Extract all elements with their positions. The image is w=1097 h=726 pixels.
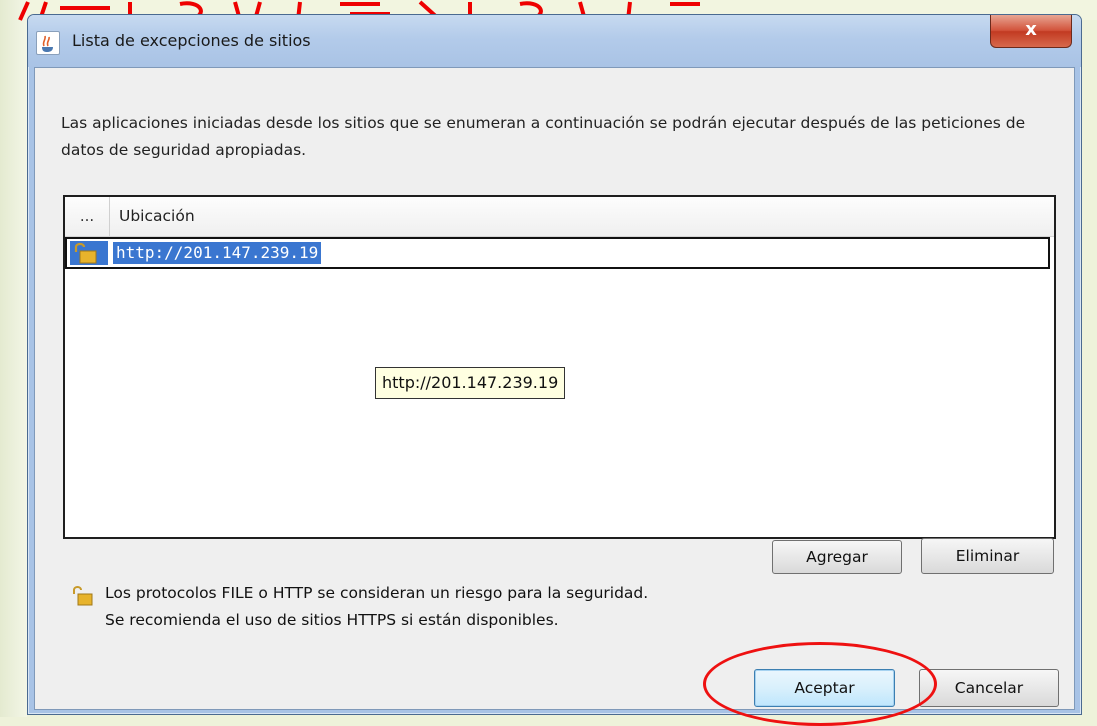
cancel-button[interactable]: Cancelar	[919, 669, 1059, 707]
warning-line-1: Los protocolos FILE o HTTP se consideran…	[105, 584, 649, 602]
red-highlight-ellipse	[703, 642, 937, 726]
dialog-client-area: Las aplicaciones iniciadas desde los sit…	[34, 67, 1075, 726]
warning-line-2: Se recomienda el uso de sitios HTTPS si …	[105, 611, 559, 629]
window-title: Lista de excepciones de sitios	[72, 31, 311, 50]
dialog-window: Lista de excepciones de sitios x Las apl…	[27, 14, 1082, 726]
java-icon	[36, 31, 60, 55]
title-bar[interactable]: Lista de excepciones de sitios x	[28, 15, 1081, 67]
table-header: ... Ubicación	[65, 197, 1054, 237]
column-header-location[interactable]: Ubicación	[119, 197, 195, 236]
security-warning: Los protocolos FILE o HTTP se consideran…	[105, 580, 648, 634]
description-text: Las aplicaciones iniciadas desde los sit…	[61, 114, 1026, 159]
exceptions-table[interactable]: ... Ubicación http://201.147.239.19 http…	[63, 195, 1056, 539]
remove-button[interactable]: Eliminar	[921, 538, 1054, 574]
add-button[interactable]: Agregar	[772, 540, 902, 574]
close-button[interactable]: x	[990, 15, 1072, 48]
background-left-edge	[0, 0, 27, 717]
site-url-cell[interactable]: http://201.147.239.19	[113, 242, 322, 264]
table-row[interactable]: http://201.147.239.19	[65, 237, 1050, 269]
column-header-menu[interactable]: ...	[65, 197, 110, 236]
open-lock-icon	[70, 241, 108, 265]
close-icon: x	[1025, 19, 1037, 40]
url-tooltip: http://201.147.239.19	[375, 367, 566, 399]
open-lock-icon	[71, 584, 95, 608]
